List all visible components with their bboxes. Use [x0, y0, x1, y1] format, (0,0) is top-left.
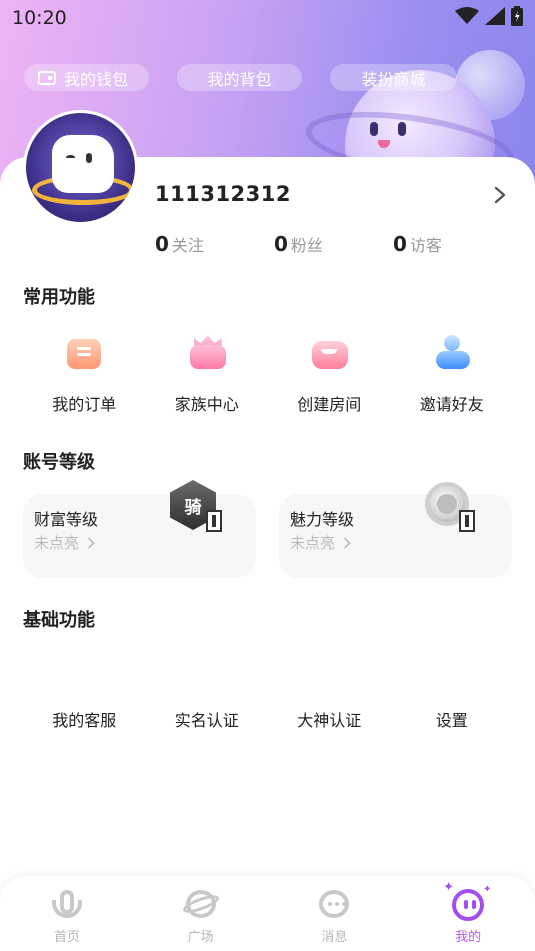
charm-level-medal-icon	[419, 480, 481, 536]
wealth-level-title: 财富等级	[34, 510, 99, 529]
order-icon	[63, 333, 105, 373]
my-orders-label: 我的订单	[52, 395, 117, 414]
settings-button[interactable]: 设置	[391, 707, 514, 731]
cell-signal-icon	[485, 7, 505, 25]
charm-level-card[interactable]: 魅力等级 未点亮	[279, 482, 512, 578]
my-orders-button[interactable]: 我的订单	[23, 333, 146, 415]
tab-messages[interactable]: 消息	[268, 876, 402, 951]
create-room-label: 创建房间	[297, 395, 362, 414]
tab-messages-label: 消息	[321, 930, 348, 945]
chevron-right-icon[interactable]	[494, 186, 507, 204]
following-stat[interactable]: 0 关注	[155, 232, 204, 256]
wallet-chip-label: 我的钱包	[64, 69, 129, 89]
fans-label: 粉丝	[290, 236, 323, 255]
wealth-level-status-text: 未点亮	[34, 534, 80, 552]
charm-level-status-text: 未点亮	[290, 534, 336, 552]
dressup-shop-chip-label: 装扮商城	[361, 69, 426, 89]
family-center-label: 家族中心	[174, 395, 239, 414]
dressup-shop-chip-button[interactable]: 装扮商城	[330, 64, 457, 91]
charm-level-title: 魅力等级	[290, 510, 355, 529]
account-level-title: 账号等级	[23, 452, 95, 473]
real-name-verification-button[interactable]: 实名认证	[146, 707, 269, 731]
customer-service-button[interactable]: 我的客服	[23, 707, 146, 731]
invite-friends-button[interactable]: 邀请好友	[391, 333, 514, 415]
planet-icon	[180, 886, 221, 922]
wallet-icon	[38, 70, 56, 85]
create-room-button[interactable]: 创建房间	[268, 333, 391, 415]
common-functions-grid: 我的订单 家族中心 创建房间 邀请好友	[23, 333, 513, 415]
basic-functions-row: 我的客服 实名认证 大神认证 设置	[23, 707, 513, 731]
wifi-icon	[455, 7, 479, 24]
backpack-chip-button[interactable]: 我的背包	[177, 64, 302, 91]
common-functions-title: 常用功能	[23, 287, 95, 308]
tab-square-label: 广场	[187, 930, 214, 945]
wealth-level-card[interactable]: 财富等级 未点亮 骑	[23, 480, 256, 578]
wallet-chip-button[interactable]: 我的钱包	[24, 64, 149, 91]
family-crown-icon	[186, 333, 228, 373]
avatar[interactable]	[23, 110, 138, 225]
status-bar: 10:20	[0, 0, 535, 36]
tab-home[interactable]: 首页	[0, 876, 134, 951]
visitors-label: 访客	[409, 236, 442, 255]
following-count: 0	[155, 232, 169, 256]
tab-me[interactable]: ✦ ✦ 我的	[401, 876, 535, 951]
avatar-mascot	[52, 135, 114, 193]
backpack-chip-label: 我的背包	[207, 69, 272, 89]
tab-me-label: 我的	[455, 930, 482, 945]
status-time: 10:20	[12, 7, 67, 29]
basic-functions-title: 基础功能	[23, 610, 95, 631]
system-icons	[455, 6, 523, 26]
fans-count: 0	[274, 232, 288, 256]
fans-stat[interactable]: 0 粉丝	[274, 232, 323, 256]
username[interactable]: 111312312	[155, 182, 291, 206]
bottom-tab-bar: 首页 广场 消息 ✦ ✦ 我的	[0, 876, 535, 951]
expert-verification-button[interactable]: 大神认证	[268, 707, 391, 731]
visitors-count: 0	[393, 232, 407, 256]
tab-home-label: 首页	[53, 930, 80, 945]
tab-square[interactable]: 广场	[134, 876, 268, 951]
following-label: 关注	[171, 236, 204, 255]
create-room-icon	[308, 333, 350, 373]
charm-level-status: 未点亮	[290, 532, 351, 553]
chat-bubble-icon	[315, 886, 353, 922]
decorative-mascot-face	[362, 110, 422, 154]
chevron-right-icon	[87, 536, 95, 549]
wealth-level-status: 未点亮	[34, 532, 95, 553]
microphone-icon	[48, 886, 86, 922]
invite-friends-label: 邀请好友	[419, 395, 484, 414]
invite-friend-icon	[431, 333, 473, 373]
visitors-stat[interactable]: 0 访客	[393, 232, 442, 256]
chevron-right-icon	[343, 536, 351, 549]
me-face-icon: ✦ ✦	[443, 880, 492, 922]
header-chip-row: 我的钱包 我的背包 装扮商城	[24, 64, 457, 91]
battery-icon	[511, 6, 523, 26]
family-center-button[interactable]: 家族中心	[146, 333, 269, 415]
wealth-level-badge-icon: 骑	[166, 480, 228, 536]
